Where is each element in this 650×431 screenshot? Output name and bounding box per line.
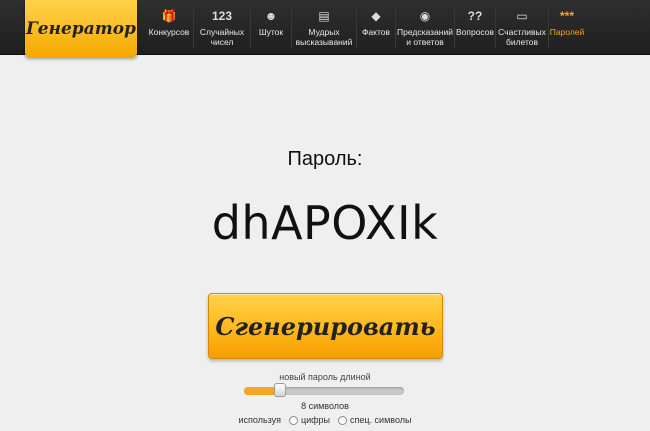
scroll-icon: ▤ xyxy=(318,9,330,23)
ball-icon: ◉ xyxy=(419,9,431,23)
nav-item-facts[interactable]: ◆ Фактов xyxy=(357,0,395,54)
nav-item-contests[interactable]: 🎁 Конкурсов xyxy=(145,0,193,54)
nav-item-label: Фактов xyxy=(361,27,391,37)
nav-item-label: Паролей xyxy=(549,27,585,37)
gift-icon: 🎁 xyxy=(161,9,177,23)
nav-item-label: Шуток xyxy=(258,27,284,37)
nav-item-predictions[interactable]: ◉ Предсказаний и ответов xyxy=(396,0,454,54)
generate-button[interactable]: Сгенерировать xyxy=(208,293,443,359)
digits-option[interactable]: цифры xyxy=(288,415,331,425)
options-row: используя цифры спец. символы xyxy=(0,415,650,425)
nav-item-label: Конкурсов xyxy=(148,27,190,37)
nav-item-label: Мудрых высказываний xyxy=(295,27,353,47)
question-icon: ?? xyxy=(467,9,483,23)
nav-item-label: Вопросов xyxy=(455,27,495,37)
nav-item-passwords[interactable]: *** Паролей xyxy=(549,0,585,54)
numbers-icon: 123 xyxy=(211,9,233,23)
nav-item-label: Счастливых билетов xyxy=(498,27,546,47)
digits-label: цифры xyxy=(300,415,331,425)
length-count: 8 символов xyxy=(301,401,349,411)
length-slider[interactable] xyxy=(244,383,404,397)
slider-handle[interactable] xyxy=(274,383,286,397)
nav-item-questions[interactable]: ?? Вопросов xyxy=(455,0,495,54)
ticket-icon: ▭ xyxy=(516,9,528,23)
smiley-icon: ☻ xyxy=(264,9,278,23)
nav-item-label: Предсказаний и ответов xyxy=(397,27,453,47)
nav-item-label: Случайных чисел xyxy=(199,27,245,47)
nav-item-jokes[interactable]: ☻ Шуток xyxy=(251,0,291,54)
password-caption: Пароль: xyxy=(287,148,363,170)
nav-item-quotes[interactable]: ▤ Мудрых высказываний xyxy=(292,0,356,54)
asterisks-icon: *** xyxy=(559,9,574,23)
special-chars-option[interactable]: спец. символы xyxy=(338,415,411,425)
special-chars-checkbox[interactable] xyxy=(338,415,348,425)
nav-item-random[interactable]: 123 Случайных чисел xyxy=(194,0,250,54)
digits-checkbox[interactable] xyxy=(288,415,298,425)
using-label: используя xyxy=(238,415,281,425)
nav-item-tickets[interactable]: ▭ Счастливых билетов xyxy=(496,0,548,54)
generated-password: dhAPOXIk xyxy=(211,196,439,250)
site-logo[interactable]: Генератор xyxy=(25,0,137,57)
warning-icon: ◆ xyxy=(371,9,381,23)
nav-menu: 🎁 Конкурсов 123 Случайных чисел ☻ Шуток ▤ Мудры… xyxy=(145,0,642,54)
length-label: новый пароль длиной xyxy=(279,372,371,382)
special-chars-label: спец. символы xyxy=(350,415,412,425)
